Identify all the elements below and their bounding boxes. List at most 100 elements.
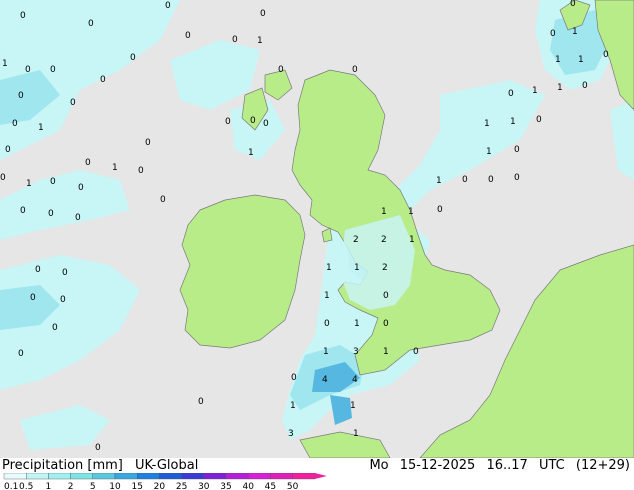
scale-swatch [3, 473, 27, 480]
value-label: 1 [572, 27, 578, 37]
value-label: 0 [278, 65, 284, 75]
value-label: 0 [383, 291, 389, 301]
value-label: 3 [353, 347, 359, 357]
value-label: 0 [324, 319, 330, 329]
value-label: 0 [50, 177, 56, 187]
value-label: 0 [263, 119, 269, 129]
scale-swatch [136, 473, 160, 480]
value-label: 0 [20, 11, 26, 21]
value-label: 0 [18, 91, 24, 101]
value-label: 0 [160, 195, 166, 205]
scale-swatch [247, 473, 271, 480]
value-label: 1 [383, 347, 389, 357]
scale-tick-label: 0.1 [4, 482, 18, 490]
value-label: 0 [20, 206, 26, 216]
scale-tick-label: 30 [198, 482, 210, 490]
value-label: 4 [322, 375, 328, 385]
value-label: 0 [165, 1, 171, 11]
value-label: 0 [25, 65, 31, 75]
value-label: 0 [35, 265, 41, 275]
value-label: 0 [100, 75, 106, 85]
scale-swatch [203, 473, 227, 480]
value-label: 0 [250, 116, 256, 126]
value-label: 0 [30, 293, 36, 303]
scale-tick-label: 15 [131, 482, 142, 490]
value-label: 0 [85, 158, 91, 168]
value-label: 1 [112, 163, 118, 173]
value-label: 0 [138, 166, 144, 176]
footer: Precipitation [mm] UK-Global Mo 15-12-20… [0, 458, 634, 490]
value-label: 1 [354, 263, 360, 273]
value-label: 1 [486, 147, 492, 157]
scale-tick-label: 35 [220, 482, 231, 490]
value-label: 0 [582, 81, 588, 91]
value-label: 0 [12, 119, 18, 129]
value-label: 0 [70, 98, 76, 108]
value-label: 2 [382, 263, 388, 273]
value-label: 0 [75, 213, 81, 223]
value-label: 1 [532, 86, 538, 96]
color-scale: 0.1 0.5 1 2 5 10 15 20 25 30 35 40 45 50 [3, 473, 327, 490]
value-label: 0 [488, 175, 494, 185]
value-label: 0 [78, 183, 84, 193]
value-label: 0 [130, 53, 136, 63]
value-label: 0 [550, 29, 556, 39]
hours: 16..17 [486, 458, 528, 473]
value-label: 1 [248, 148, 254, 158]
title-text: Precipitation [mm] [2, 458, 123, 473]
value-label: 0 [18, 349, 24, 359]
scale-swatch [92, 473, 116, 480]
valid-time: Mo 15-12-2025 16..17 UTC (12+29) [362, 458, 630, 473]
scale-tick-label: 2 [68, 482, 74, 490]
value-label: 0 [437, 205, 443, 215]
value-label: 1 [381, 207, 387, 217]
offset: (12+29) [575, 458, 630, 473]
value-label: 0 [383, 319, 389, 329]
value-label: 0 [536, 115, 542, 125]
scale-swatch [70, 473, 93, 480]
scale-tick-label: 25 [176, 482, 187, 490]
value-label: 0 [48, 209, 54, 219]
timezone: UTC [538, 458, 565, 473]
value-label: 0 [514, 145, 520, 155]
value-label: 1 [409, 235, 415, 245]
value-label: 0 [185, 31, 191, 41]
scale-tick-label: 45 [265, 482, 276, 490]
value-label: 4 [352, 375, 358, 385]
map-title: Precipitation [mm] UK-Global [2, 458, 206, 473]
precipitation-map[interactable]: 0 0 0 0 0 0 1 1 0 0 0 0 0 0 0 0 0 0 0 0 … [0, 0, 634, 458]
value-label: 0 [291, 373, 297, 383]
scale-tick-label: 10 [109, 482, 121, 490]
value-label: 0 [570, 0, 576, 9]
value-label: 1 [354, 319, 360, 329]
value-label: 0 [352, 65, 358, 75]
value-label: 1 [326, 263, 332, 273]
value-label: 1 [324, 291, 330, 301]
scale-tick-label: 40 [242, 482, 254, 490]
value-label: 1 [350, 401, 356, 411]
value-label: 1 [557, 83, 563, 93]
value-label: 2 [381, 235, 387, 245]
scale-swatch [225, 473, 249, 480]
value-label: 1 [257, 36, 263, 46]
scale-swatch [48, 473, 71, 480]
date: 15-12-2025 [399, 458, 476, 473]
day: Mo [369, 458, 389, 473]
scale-swatch [114, 473, 138, 480]
value-label: 0 [95, 443, 101, 453]
value-label: 1 [323, 347, 329, 357]
value-label: 1 [353, 429, 359, 439]
value-label: 0 [260, 9, 266, 19]
value-label: 0 [514, 173, 520, 183]
value-label: 0 [0, 173, 6, 183]
value-label: 0 [225, 117, 231, 127]
value-label: 0 [508, 89, 514, 99]
scale-swatch [159, 473, 182, 480]
value-label: 1 [38, 123, 44, 133]
value-label: 1 [408, 207, 414, 217]
value-label: 0 [50, 65, 56, 75]
value-label: 0 [5, 145, 11, 155]
scale-tick-label: 1 [46, 482, 52, 490]
scale-swatch [181, 473, 205, 480]
scale-arrow [314, 473, 327, 479]
